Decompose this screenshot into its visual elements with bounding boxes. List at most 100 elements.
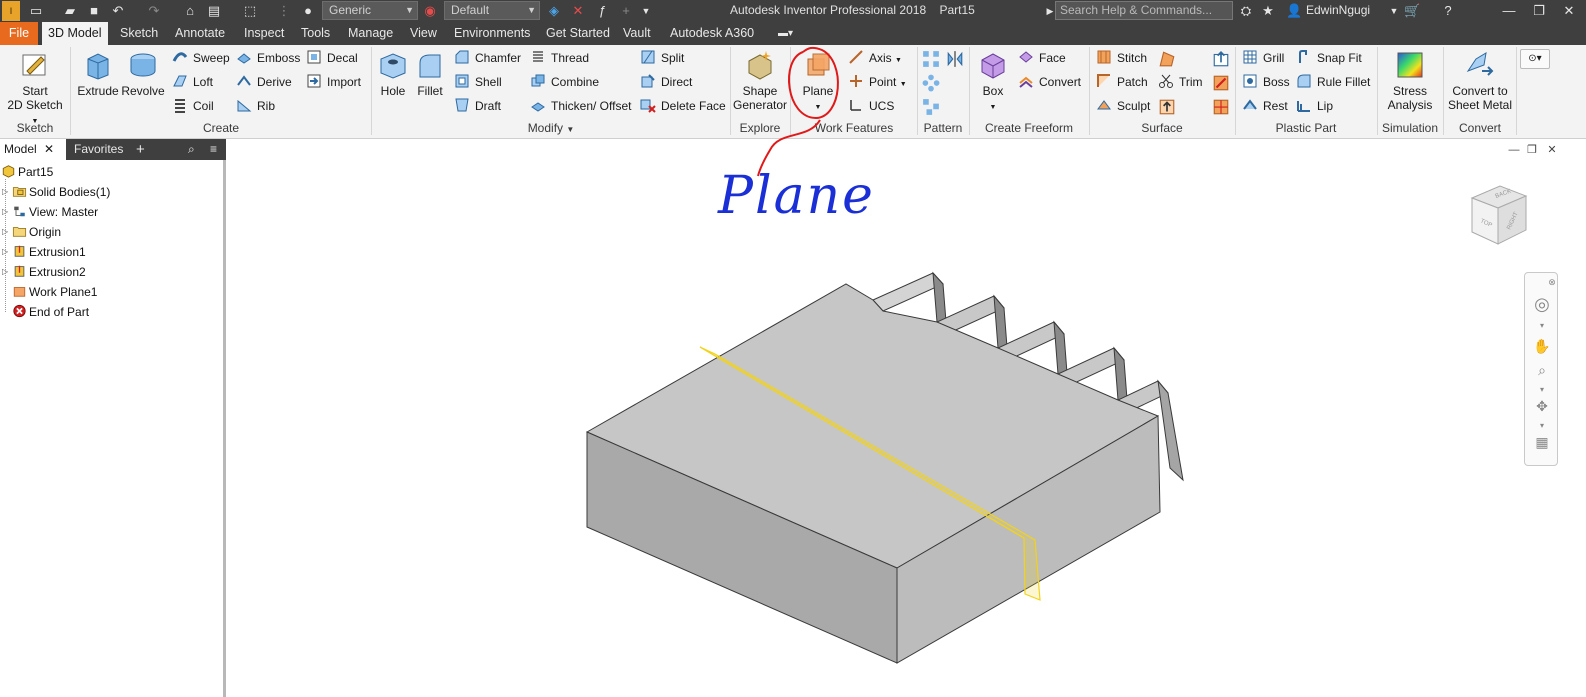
snap-fit-button[interactable]: Snap Fit	[1296, 48, 1362, 68]
help-icon[interactable]: ?	[1440, 3, 1456, 19]
close-icon[interactable]: ✕	[44, 139, 54, 160]
tree-item-extrusion2[interactable]: ▷ Extrusion2	[2, 262, 86, 282]
tab-3d-model[interactable]: 3D Model	[42, 22, 108, 45]
freeform-convert-button[interactable]: Convert	[1018, 72, 1081, 92]
steering-wheel-icon[interactable]: ◎	[1533, 295, 1551, 313]
stitch-button[interactable]: Stitch	[1096, 48, 1147, 68]
tab-file[interactable]: File	[0, 22, 38, 45]
cart-icon[interactable]: 🛒	[1404, 3, 1420, 19]
chamfer-button[interactable]: Chamfer	[454, 48, 521, 68]
clear-appearance-icon[interactable]: ✕	[570, 3, 586, 19]
combine-button[interactable]: Combine	[530, 72, 599, 92]
tree-item-extrusion1[interactable]: ▷ Extrusion1	[2, 242, 86, 262]
viewport-minimize-icon[interactable]: —	[1507, 143, 1521, 157]
tab-view[interactable]: View	[404, 22, 443, 45]
tree-item-part[interactable]: Part15	[1, 162, 53, 182]
appearance-combo[interactable]: Default ▼	[444, 1, 540, 20]
extend-surface-icon[interactable]	[1158, 98, 1176, 116]
repair-bodies-icon[interactable]	[1212, 74, 1230, 92]
direct-button[interactable]: Direct	[640, 72, 692, 92]
draft-button[interactable]: Draft	[454, 96, 501, 116]
tree-item-end-of-part[interactable]: End of Part	[12, 302, 89, 322]
close-button[interactable]: ✕	[1554, 0, 1584, 22]
shape-generator-button[interactable]: Shape Generator	[732, 49, 788, 112]
ruled-surface-icon[interactable]	[1158, 50, 1176, 68]
adjust-icon[interactable]: ◈	[546, 3, 562, 19]
panel-title-modify[interactable]: Modify ▼	[372, 121, 730, 137]
shell-button[interactable]: Shell	[454, 72, 502, 92]
color-wheel-icon[interactable]: ◉	[422, 3, 438, 19]
tree-item-solid-bodies[interactable]: ▷ Solid Bodies(1)	[2, 182, 110, 202]
revolve-button[interactable]: Revolve	[120, 49, 166, 98]
sweep-button[interactable]: Sweep	[172, 48, 230, 68]
replace-face-icon[interactable]	[1212, 50, 1230, 68]
freeform-box-button[interactable]: Box ▼	[972, 49, 1014, 115]
select-icon[interactable]: ⬚	[242, 3, 258, 19]
viewcube[interactable]: BACK TOP RIGHT	[1466, 182, 1532, 248]
navbar-close-icon[interactable]: ⊗	[1547, 273, 1557, 291]
tab-environments[interactable]: Environments	[448, 22, 536, 45]
add-icon[interactable]: +	[618, 3, 634, 19]
inventor-logo-icon[interactable]: I	[2, 1, 20, 21]
restore-button[interactable]: ❐	[1524, 0, 1554, 22]
grill-button[interactable]: Grill	[1242, 48, 1284, 68]
start-2d-sketch-button[interactable]: Start 2D Sketch ▼	[4, 49, 66, 129]
convert-to-sheet-metal-button[interactable]: Convert to Sheet Metal	[1446, 49, 1514, 112]
new-file-icon[interactable]: ▭	[28, 3, 44, 19]
tab-inspect[interactable]: Inspect	[238, 22, 290, 45]
search-binoculars-icon[interactable]: ⛭	[1238, 3, 1254, 19]
tree-item-work-plane1[interactable]: Work Plane1	[12, 282, 97, 302]
user-icon[interactable]: 👤	[1286, 3, 1302, 19]
rule-fillet-button[interactable]: Rule Fillet	[1296, 72, 1370, 92]
point-button[interactable]: Point ▼	[848, 72, 907, 92]
add-tab-icon[interactable]: +	[132, 139, 148, 160]
sculpt-button[interactable]: Sculpt	[1096, 96, 1150, 116]
undo-icon[interactable]: ↶	[110, 3, 126, 19]
delete-face-button[interactable]: Delete Face	[640, 96, 726, 116]
decal-button[interactable]: Decal	[306, 48, 358, 68]
tree-item-origin[interactable]: ▷ Origin	[2, 222, 61, 242]
redo-icon[interactable]: ↷	[146, 3, 162, 19]
search-icon[interactable]: ⌕	[184, 139, 200, 160]
appearance-sphere-icon[interactable]: ●	[300, 3, 316, 19]
hole-button[interactable]: Hole	[374, 49, 412, 98]
orbit-icon[interactable]: ✥	[1533, 397, 1551, 415]
tab-manage[interactable]: Manage	[342, 22, 399, 45]
user-chevron-icon[interactable]: ▼	[1386, 3, 1402, 19]
tab-get-started[interactable]: Get Started	[540, 22, 616, 45]
user-name[interactable]: EdwinNgugi	[1306, 3, 1370, 17]
coil-button[interactable]: Coil	[172, 96, 214, 116]
split-button[interactable]: Split	[640, 48, 684, 68]
fit-mesh-face-icon[interactable]	[1212, 98, 1230, 116]
home-icon[interactable]: ⌂	[182, 3, 198, 19]
open-folder-icon[interactable]: ▰	[62, 3, 78, 19]
parameters-fx-icon[interactable]: ƒ	[594, 3, 610, 19]
circular-pattern-icon[interactable]	[922, 74, 940, 92]
menu-hamburger-icon[interactable]: ≡	[206, 139, 222, 160]
freeform-face-button[interactable]: Face	[1018, 48, 1066, 68]
extrude-button[interactable]: Extrude	[76, 49, 120, 98]
save-icon[interactable]: ■	[86, 3, 102, 19]
lip-button[interactable]: Lip	[1296, 96, 1333, 116]
tree-item-view-master[interactable]: ▷ View: Master	[2, 202, 98, 222]
customize-chevron-icon[interactable]: ▼	[638, 3, 654, 19]
favorites-star-icon[interactable]: ★	[1260, 3, 1276, 19]
derive-button[interactable]: Derive	[236, 72, 292, 92]
viewport-restore-icon[interactable]: ❐	[1525, 143, 1539, 157]
material-combo[interactable]: Generic ▼	[322, 1, 418, 20]
tab-sketch[interactable]: Sketch	[114, 22, 164, 45]
import-button[interactable]: Import	[306, 72, 361, 92]
boss-button[interactable]: Boss	[1242, 72, 1290, 92]
mirror-icon[interactable]	[946, 50, 964, 68]
tab-autodesk-a360[interactable]: Autodesk A360	[664, 22, 760, 45]
ucs-button[interactable]: UCS	[848, 96, 894, 116]
fillet-button[interactable]: Fillet	[412, 49, 448, 98]
thread-button[interactable]: Thread	[530, 48, 589, 68]
loft-button[interactable]: Loft	[172, 72, 213, 92]
rib-button[interactable]: Rib	[236, 96, 275, 116]
tab-overflow-icon[interactable]: ▬▾	[772, 22, 799, 45]
ribbon-options-button[interactable]: ⊙▾	[1520, 49, 1550, 69]
sketch-pattern-icon[interactable]	[922, 98, 940, 116]
look-at-icon[interactable]: ▦	[1533, 433, 1551, 451]
search-input[interactable]: Search Help & Commands...	[1055, 1, 1233, 20]
